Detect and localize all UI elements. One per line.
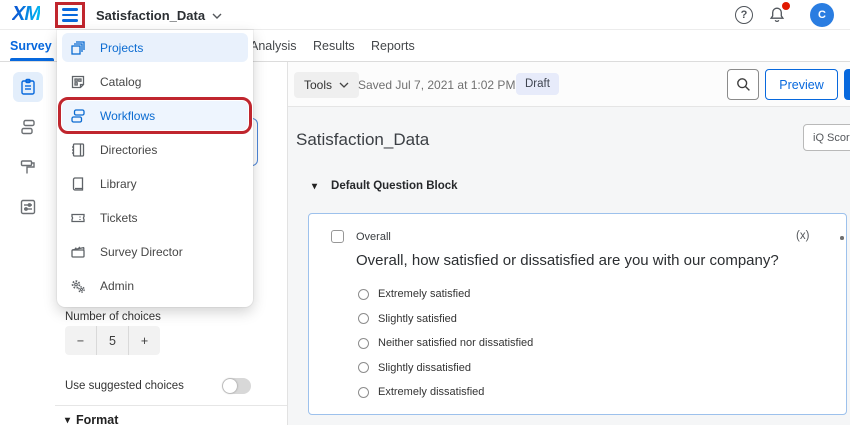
question-label: Overall bbox=[356, 231, 391, 243]
block-title-label: Default Question Block bbox=[331, 180, 458, 192]
survey-director-icon bbox=[69, 243, 87, 261]
radio-icon[interactable] bbox=[358, 338, 369, 349]
preview-button[interactable]: Preview bbox=[765, 69, 838, 100]
search-icon bbox=[735, 76, 752, 93]
global-nav-menu: Projects Catalog Workflows Directories bbox=[57, 30, 253, 307]
radio-icon[interactable] bbox=[358, 362, 369, 373]
tab-survey[interactable]: Survey bbox=[10, 39, 52, 53]
survey-name-label: Satisfaction_Data bbox=[96, 8, 205, 23]
toggle-knob bbox=[223, 379, 237, 393]
survey-flow-button[interactable] bbox=[13, 112, 43, 142]
projects-icon bbox=[69, 39, 87, 57]
account-avatar[interactable]: C bbox=[810, 3, 834, 27]
menu-item-label: Projects bbox=[100, 41, 143, 55]
builder-icon-rail bbox=[0, 62, 55, 425]
choice-row: Extremely satisfied bbox=[358, 288, 533, 300]
survey-builder-button[interactable] bbox=[13, 72, 43, 102]
menu-item-label: Workflows bbox=[100, 109, 155, 123]
menu-item-directories[interactable]: Directories bbox=[62, 135, 248, 164]
menu-item-catalog[interactable]: Catalog bbox=[62, 67, 248, 96]
collapse-triangle-icon: ▾ bbox=[312, 181, 317, 192]
flow-icon bbox=[18, 117, 38, 137]
xm-logo: XM bbox=[12, 3, 40, 26]
radio-icon[interactable] bbox=[358, 313, 369, 324]
survey-options-button[interactable] bbox=[13, 192, 43, 222]
draft-status-badge: Draft bbox=[516, 73, 559, 95]
active-tab-underline bbox=[10, 58, 54, 61]
sidebar-divider bbox=[55, 405, 287, 406]
radio-icon[interactable] bbox=[358, 387, 369, 398]
directories-icon bbox=[69, 141, 87, 159]
chevron-down-icon bbox=[212, 13, 222, 19]
menu-item-tickets[interactable]: Tickets bbox=[62, 203, 248, 232]
choice-row: Neither satisfied nor dissatisfied bbox=[358, 337, 533, 349]
survey-toolbar: Tools Saved Jul 7, 2021 at 1:02 PM Draft… bbox=[288, 62, 850, 107]
choice-label: Slightly dissatisfied bbox=[378, 362, 471, 374]
choice-label: Slightly satisfied bbox=[378, 313, 457, 325]
clipboard-icon bbox=[18, 77, 38, 97]
library-icon bbox=[69, 175, 87, 193]
survey-page-title: Satisfaction_Data bbox=[296, 130, 429, 150]
tab-reports[interactable]: Reports bbox=[371, 39, 415, 53]
main-content: Tools Saved Jul 7, 2021 at 1:02 PM Draft… bbox=[288, 62, 850, 425]
radio-icon[interactable] bbox=[358, 289, 369, 300]
question-code: (x) bbox=[796, 230, 809, 242]
tab-data-analysis[interactable]: Analysis bbox=[250, 39, 297, 53]
format-section-label: Format bbox=[76, 413, 118, 425]
hamburger-menu-button[interactable] bbox=[55, 2, 85, 28]
menu-item-workflows[interactable]: Workflows bbox=[62, 101, 248, 130]
menu-item-label: Library bbox=[100, 177, 137, 191]
survey-name-dropdown[interactable]: Satisfaction_Data bbox=[96, 8, 222, 23]
publish-button[interactable] bbox=[844, 69, 850, 100]
settings-sliders-icon bbox=[18, 197, 38, 217]
tools-menu-button[interactable]: Tools bbox=[294, 72, 359, 98]
choice-label: Extremely satisfied bbox=[378, 288, 470, 300]
menu-item-label: Tickets bbox=[100, 211, 138, 225]
drag-handle-dot[interactable] bbox=[840, 236, 844, 240]
question-checkbox[interactable] bbox=[331, 230, 344, 243]
choices-count-value[interactable]: 5 bbox=[96, 326, 128, 355]
search-button[interactable] bbox=[727, 69, 759, 100]
increase-choices-button[interactable]: + bbox=[128, 326, 160, 355]
choice-label: Neither satisfied nor dissatisfied bbox=[378, 337, 533, 349]
admin-gears-icon bbox=[69, 277, 87, 295]
top-bar: XM Satisfaction_Data ? C bbox=[0, 0, 850, 30]
choice-list: Extremely satisfied Slightly satisfied N… bbox=[358, 288, 533, 398]
choice-row: Slightly dissatisfied bbox=[358, 362, 533, 374]
question-text[interactable]: Overall, how satisfied or dissatisfied a… bbox=[356, 252, 779, 269]
use-suggested-choices-label: Use suggested choices bbox=[65, 380, 184, 392]
menu-item-projects[interactable]: Projects bbox=[62, 33, 248, 62]
menu-item-admin[interactable]: Admin bbox=[62, 271, 248, 300]
tickets-icon bbox=[69, 209, 87, 227]
choice-row: Extremely dissatisfied bbox=[358, 386, 533, 398]
help-icon[interactable]: ? bbox=[735, 6, 753, 24]
tools-label: Tools bbox=[304, 78, 332, 92]
choices-count-stepper: − 5 + bbox=[65, 326, 160, 355]
choice-label: Extremely dissatisfied bbox=[378, 386, 484, 398]
app-window: XM Satisfaction_Data ? C Survey Analysis… bbox=[0, 0, 850, 425]
notification-dot bbox=[782, 2, 790, 10]
format-section-header[interactable]: ▾ Format bbox=[65, 413, 118, 425]
iq-score-button[interactable]: iQ Score bbox=[803, 124, 850, 151]
saved-status-text: Saved Jul 7, 2021 at 1:02 PM bbox=[358, 78, 515, 92]
menu-item-label: Survey Director bbox=[100, 245, 183, 259]
menu-item-label: Catalog bbox=[100, 75, 141, 89]
menu-item-library[interactable]: Library bbox=[62, 169, 248, 198]
workflows-icon bbox=[69, 107, 87, 125]
tab-results[interactable]: Results bbox=[313, 39, 355, 53]
look-and-feel-button[interactable] bbox=[13, 152, 43, 182]
menu-item-label: Directories bbox=[100, 143, 157, 157]
menu-item-survey-director[interactable]: Survey Director bbox=[62, 237, 248, 266]
question-block-header[interactable]: ▾ Default Question Block bbox=[312, 180, 458, 192]
decrease-choices-button[interactable]: − bbox=[65, 326, 96, 355]
paint-roller-icon bbox=[18, 157, 38, 177]
catalog-icon bbox=[69, 73, 87, 91]
question-card[interactable]: Overall (x) Overall, how satisfied or di… bbox=[308, 213, 847, 415]
choice-row: Slightly satisfied bbox=[358, 313, 533, 325]
use-suggested-choices-toggle[interactable] bbox=[222, 378, 251, 394]
collapse-triangle-icon: ▾ bbox=[65, 415, 70, 425]
number-of-choices-label: Number of choices bbox=[65, 311, 161, 323]
menu-item-label: Admin bbox=[100, 279, 134, 293]
chevron-down-icon bbox=[339, 82, 349, 88]
